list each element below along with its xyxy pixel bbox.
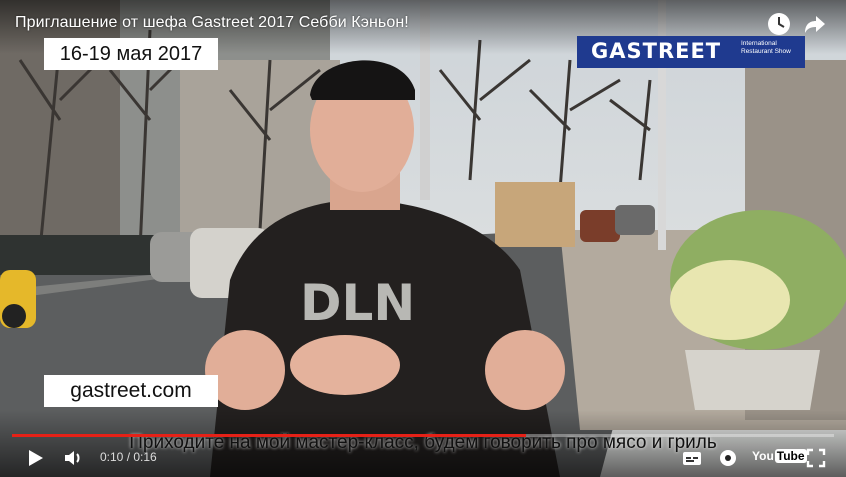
duration: 0:16 xyxy=(133,450,157,464)
settings-icon[interactable] xyxy=(717,447,739,469)
time-display: 0:10 / 0:16 xyxy=(100,450,157,464)
watch-later-icon[interactable] xyxy=(766,11,792,37)
shirt-print: DLN xyxy=(300,274,415,332)
time-separator: / xyxy=(123,450,134,464)
progress-bar[interactable] xyxy=(12,434,834,437)
video-player[interactable]: DLN Приглашение от шефа Gastreet 2017 Се… xyxy=(0,0,846,477)
gastreet-logo: GASTREET International Restaurant Show xyxy=(577,36,805,68)
url-badge: gastreet.com xyxy=(44,375,218,407)
fullscreen-icon[interactable] xyxy=(805,447,827,469)
logo-subtext: International Restaurant Show xyxy=(741,40,791,55)
youtube-logo[interactable]: You Tube xyxy=(752,449,807,463)
progress-fill xyxy=(12,434,526,437)
youtube-logo-you: You xyxy=(752,449,774,463)
volume-icon[interactable] xyxy=(62,447,84,469)
date-badge: 16-19 мая 2017 xyxy=(44,38,218,70)
share-icon[interactable] xyxy=(802,11,828,37)
youtube-logo-tube: Tube xyxy=(774,449,807,463)
logo-text: GASTREET xyxy=(591,39,722,63)
current-time: 0:10 xyxy=(100,450,124,464)
subtitles-icon[interactable] xyxy=(681,447,703,469)
play-icon[interactable] xyxy=(24,447,46,469)
video-title[interactable]: Приглашение от шефа Gastreet 2017 Себби … xyxy=(15,14,409,32)
